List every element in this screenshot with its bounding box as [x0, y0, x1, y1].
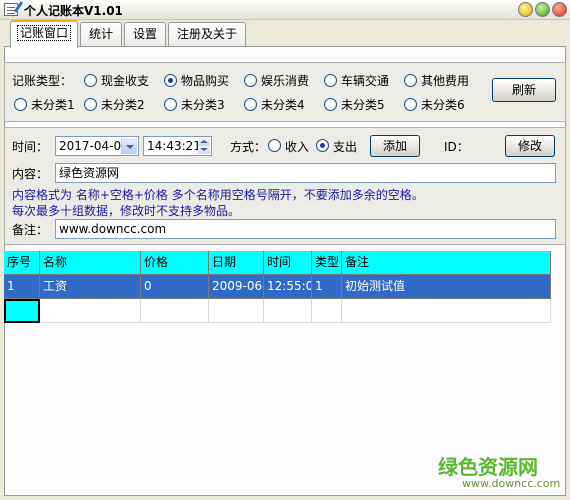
radio-other-label: 其他费用: [421, 74, 470, 88]
radio-uncat-5-label: 未分类5: [341, 98, 385, 112]
close-icon[interactable]: [552, 2, 567, 17]
grid-header-type[interactable]: 类型: [312, 251, 342, 275]
grid-header-name[interactable]: 名称: [40, 251, 141, 275]
radio-income-label: 收入: [285, 140, 310, 154]
table-row-cell-type[interactable]: 1: [312, 275, 342, 299]
id-label: ID：: [444, 140, 469, 154]
content-input[interactable]: 绿色资源网: [55, 163, 556, 183]
type-group: [4, 62, 566, 122]
window-title: 个人记账本V1.01: [24, 4, 123, 18]
remark-input[interactable]: www.downcc.com: [55, 219, 556, 239]
radio-entertainment[interactable]: [244, 74, 257, 87]
tab-settings[interactable]: 设置: [124, 22, 166, 46]
radio-transport[interactable]: [324, 74, 337, 87]
chevron-down-icon[interactable]: [121, 138, 137, 154]
radio-uncat-1[interactable]: [14, 98, 27, 111]
radio-expense-label: 支出: [333, 140, 358, 154]
tab-ledger-label: 记账窗口: [16, 25, 71, 41]
table-row-cell-remark[interactable]: 初始测试值: [342, 275, 551, 299]
radio-cash[interactable]: [84, 74, 97, 87]
time-picker[interactable]: 14:43:21: [143, 136, 212, 156]
table-row-cell-index[interactable]: 1: [4, 275, 40, 299]
radio-uncat-1-label: 未分类1: [31, 98, 75, 112]
tab-register-about[interactable]: 注册及关于: [168, 22, 246, 46]
watermark-logo-text: 绿色资源网: [438, 455, 538, 479]
radio-uncat-3-label: 未分类3: [181, 98, 225, 112]
content-label: 内容：: [12, 167, 49, 181]
new-row-time-cell[interactable]: [264, 299, 312, 323]
radio-uncat-2-label: 未分类2: [101, 98, 145, 112]
format-hint-line2: 每次最多十组数据，修改时不支持多物品。: [12, 204, 241, 218]
radio-transport-label: 车辆交通: [341, 74, 390, 88]
tab-ledger[interactable]: 记账窗口: [10, 20, 78, 48]
tab-register-about-label: 注册及关于: [176, 27, 237, 41]
type-group-label: 记账类型：: [12, 74, 73, 88]
radio-uncat-4[interactable]: [244, 98, 257, 111]
radio-expense[interactable]: [316, 139, 329, 152]
add-button[interactable]: 添加: [370, 135, 420, 157]
format-hint-line1: 内容格式为 名称+空格+价格 多个名称用空格号隔开，不要添加多余的空格。: [12, 188, 424, 202]
table-row-cell-name[interactable]: 工资: [40, 275, 141, 299]
radio-income[interactable]: [268, 139, 281, 152]
new-row-index-cell[interactable]: [4, 299, 40, 323]
watermark-url: www.downcc.com: [462, 477, 561, 490]
spin-up-icon[interactable]: [198, 138, 210, 146]
grid-header-time[interactable]: 时间: [264, 251, 312, 275]
table-row-cell-date[interactable]: 2009-06-26: [209, 275, 264, 299]
new-row-type-cell[interactable]: [312, 299, 342, 323]
refresh-button[interactable]: 刷新: [492, 78, 556, 102]
notepad-icon: [4, 3, 18, 16]
grid-header-remark[interactable]: 备注: [342, 251, 551, 275]
minimize-icon[interactable]: [518, 2, 533, 17]
grid-header-date[interactable]: 日期: [209, 251, 264, 275]
tab-settings-label: 设置: [132, 27, 157, 41]
radio-uncat-4-label: 未分类4: [261, 98, 305, 112]
mode-label: 方式：: [230, 140, 267, 154]
tab-stats[interactable]: 统计: [80, 22, 122, 46]
grid-header-price[interactable]: 价格: [141, 251, 209, 275]
radio-uncat-3[interactable]: [164, 98, 177, 111]
radio-other[interactable]: [404, 74, 417, 87]
radio-uncat-6-label: 未分类6: [421, 98, 465, 112]
new-row-remark-cell[interactable]: [342, 299, 551, 323]
radio-uncat-2[interactable]: [84, 98, 97, 111]
radio-cash-label: 现金收支: [101, 74, 150, 88]
radio-goods[interactable]: [164, 74, 177, 87]
time-label: 时间：: [12, 140, 49, 154]
table-row-cell-time[interactable]: 12:55:05: [264, 275, 312, 299]
new-row-date-cell[interactable]: [209, 299, 264, 323]
table-row-cell-price[interactable]: 0: [141, 275, 209, 299]
new-row-name-cell[interactable]: [40, 299, 141, 323]
grid-header-index[interactable]: 序号: [4, 251, 40, 275]
title-bar: 个人记账本V1.01: [0, 0, 570, 20]
radio-goods-label: 物品购买: [181, 74, 230, 88]
radio-entertainment-label: 娱乐消费: [261, 74, 310, 88]
modify-button[interactable]: 修改: [505, 135, 555, 157]
new-row-price-cell[interactable]: [141, 299, 209, 323]
radio-uncat-6[interactable]: [404, 98, 417, 111]
date-value: 2017-04-01: [59, 139, 129, 153]
radio-uncat-5[interactable]: [324, 98, 337, 111]
spin-down-icon[interactable]: [198, 146, 210, 154]
maximize-icon[interactable]: [535, 2, 550, 17]
date-picker[interactable]: 2017-04-01: [55, 136, 139, 156]
time-value: 14:43:21: [147, 139, 201, 153]
tab-stats-label: 统计: [88, 27, 113, 41]
remark-label: 备注：: [12, 223, 49, 237]
